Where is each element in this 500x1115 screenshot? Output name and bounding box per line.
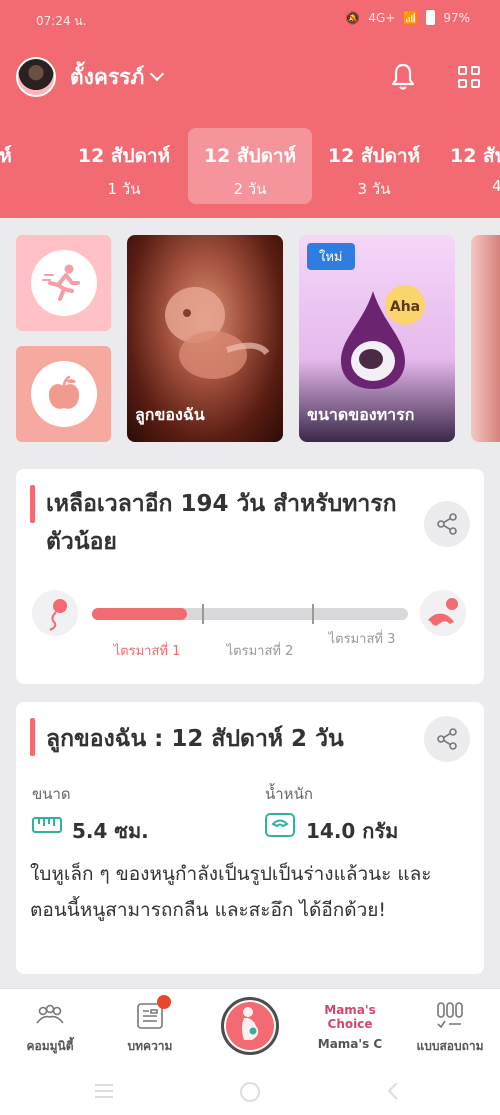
ruler-icon xyxy=(32,817,62,833)
my-baby-label: ลูกของฉัน xyxy=(135,405,205,424)
app-header: 07:24 น. 🔕 4G+ 📶 97% ตั้งครรภ์ ปดาห์ 12 … xyxy=(0,0,500,218)
week-label: ปดาห์ xyxy=(0,145,12,167)
chevron-down-icon[interactable] xyxy=(150,66,165,82)
baby-size-label: ขนาดของทารก xyxy=(307,405,415,424)
nav-articles-label: บทความ xyxy=(127,1039,173,1053)
size-value: 5.4 ซม. xyxy=(72,819,149,843)
trimester-progress xyxy=(92,604,408,624)
signal-icon: 📶 xyxy=(403,10,419,25)
nav-quiz[interactable]: แบบสอบถาม xyxy=(400,989,500,1069)
pregnancy-home-button[interactable] xyxy=(221,997,279,1055)
size-drop-icon: Aha xyxy=(341,285,425,389)
battery-icon xyxy=(426,10,436,25)
week-item[interactable]: 12 สัปดาห์ 1 วัน xyxy=(62,128,186,204)
day-label: 3 วัน xyxy=(357,180,391,198)
day-label: 2 วัน xyxy=(233,180,267,198)
week-label: 12 สัปดาห์ xyxy=(327,145,421,167)
scale-icon xyxy=(265,813,295,837)
grid-menu-icon[interactable] xyxy=(458,66,480,88)
system-nav-bar xyxy=(0,1068,500,1115)
aha-text: Aha xyxy=(390,299,420,315)
apple-icon xyxy=(48,375,79,409)
trimester-2-label: ไตรมาสที่ 2 xyxy=(226,644,294,659)
exercise-tile[interactable] xyxy=(16,235,111,331)
baby-crawl-icon xyxy=(420,590,466,636)
community-icon xyxy=(36,1004,64,1024)
sperm-icon xyxy=(32,590,78,636)
pregnant-icon xyxy=(242,1007,259,1040)
trimester-3-label: ไตรมาสที่ 3 xyxy=(328,632,396,647)
trimester-progress-fill xyxy=(92,608,187,620)
week-item[interactable]: ปดาห์ xyxy=(0,128,50,204)
my-baby-card[interactable]: ลูกของฉัน xyxy=(127,235,283,442)
share-icon xyxy=(437,728,457,750)
quiz-icon xyxy=(437,1002,463,1029)
baby-description: ใบหูเล็ก ๆ ของหนูกำลังเป็นรูปเป็นร่างแล้… xyxy=(30,863,432,921)
weight-label: น้ำหนัก xyxy=(265,785,313,803)
home-icon[interactable] xyxy=(238,1080,262,1104)
notification-dot xyxy=(157,995,171,1009)
network-label: 4G+ xyxy=(368,10,396,25)
back-icon[interactable] xyxy=(384,1080,402,1102)
nav-articles[interactable]: บทความ xyxy=(100,989,200,1069)
weight-value: 14.0 กรัม xyxy=(306,819,399,843)
size-label: ขนาด xyxy=(32,785,71,803)
week-label: 12 สัปดาห์ xyxy=(77,145,171,167)
battery-level: 97% xyxy=(443,10,470,25)
running-icon xyxy=(41,264,80,301)
week-item-active[interactable]: 12 สัปดาห์ 2 วัน xyxy=(188,128,312,204)
new-badge: ใหม่ xyxy=(307,243,355,270)
nav-quiz-label: แบบสอบถาม xyxy=(416,1039,484,1053)
share-button[interactable] xyxy=(424,716,470,762)
countdown-title: เหลือเวลาอีก 194 วัน สำหรับทารกตัวน้อย xyxy=(46,491,397,555)
avatar[interactable] xyxy=(16,57,56,97)
week-label: 12 สัป xyxy=(450,145,500,167)
recent-apps-icon[interactable] xyxy=(92,1082,116,1100)
nav-mamas-choice-label: Mama's C xyxy=(317,1037,383,1051)
day-label: 4 xyxy=(492,177,500,195)
week-item[interactable]: 12 สัป 4 xyxy=(438,128,500,204)
nav-mamas-choice[interactable]: Mama's Choice Mama's C xyxy=(300,989,400,1069)
status-bar: 07:24 น. 🔕 4G+ 📶 97% xyxy=(0,0,500,38)
profile-name[interactable]: ตั้งครรภ์ xyxy=(70,61,144,94)
bell-icon[interactable] xyxy=(391,63,415,91)
nutrition-tile[interactable] xyxy=(16,346,111,442)
nav-community-label: คอมมูนิตี้ xyxy=(26,1039,74,1053)
nav-community[interactable]: คอมมูนิตี้ xyxy=(0,989,100,1069)
share-button[interactable] xyxy=(424,501,470,547)
week-item[interactable]: 12 สัปดาห์ 3 วัน xyxy=(312,128,436,204)
share-icon xyxy=(437,513,457,535)
mute-icon: 🔕 xyxy=(345,10,361,25)
week-label: 12 สัปดาห์ xyxy=(203,145,297,167)
next-card-peek[interactable] xyxy=(471,235,500,442)
day-label: 1 วัน xyxy=(107,180,141,198)
profile-switcher[interactable]: ตั้งครรภ์ xyxy=(16,55,165,99)
mamas-choice-logo: Mama's Choice xyxy=(324,1003,376,1031)
baby-info-title: ลูกของฉัน : 12 สัปดาห์ 2 วัน xyxy=(46,726,344,752)
trimester-1-label: ไตรมาสที่ 1 xyxy=(113,644,181,659)
baby-size-card[interactable]: ใหม่ Aha ขนาดของทารก xyxy=(299,235,455,442)
week-selector: ปดาห์ 12 สัปดาห์ 1 วัน 12 สัปดาห์ 2 วัน … xyxy=(0,128,500,204)
status-time: 07:24 น. xyxy=(36,14,87,28)
